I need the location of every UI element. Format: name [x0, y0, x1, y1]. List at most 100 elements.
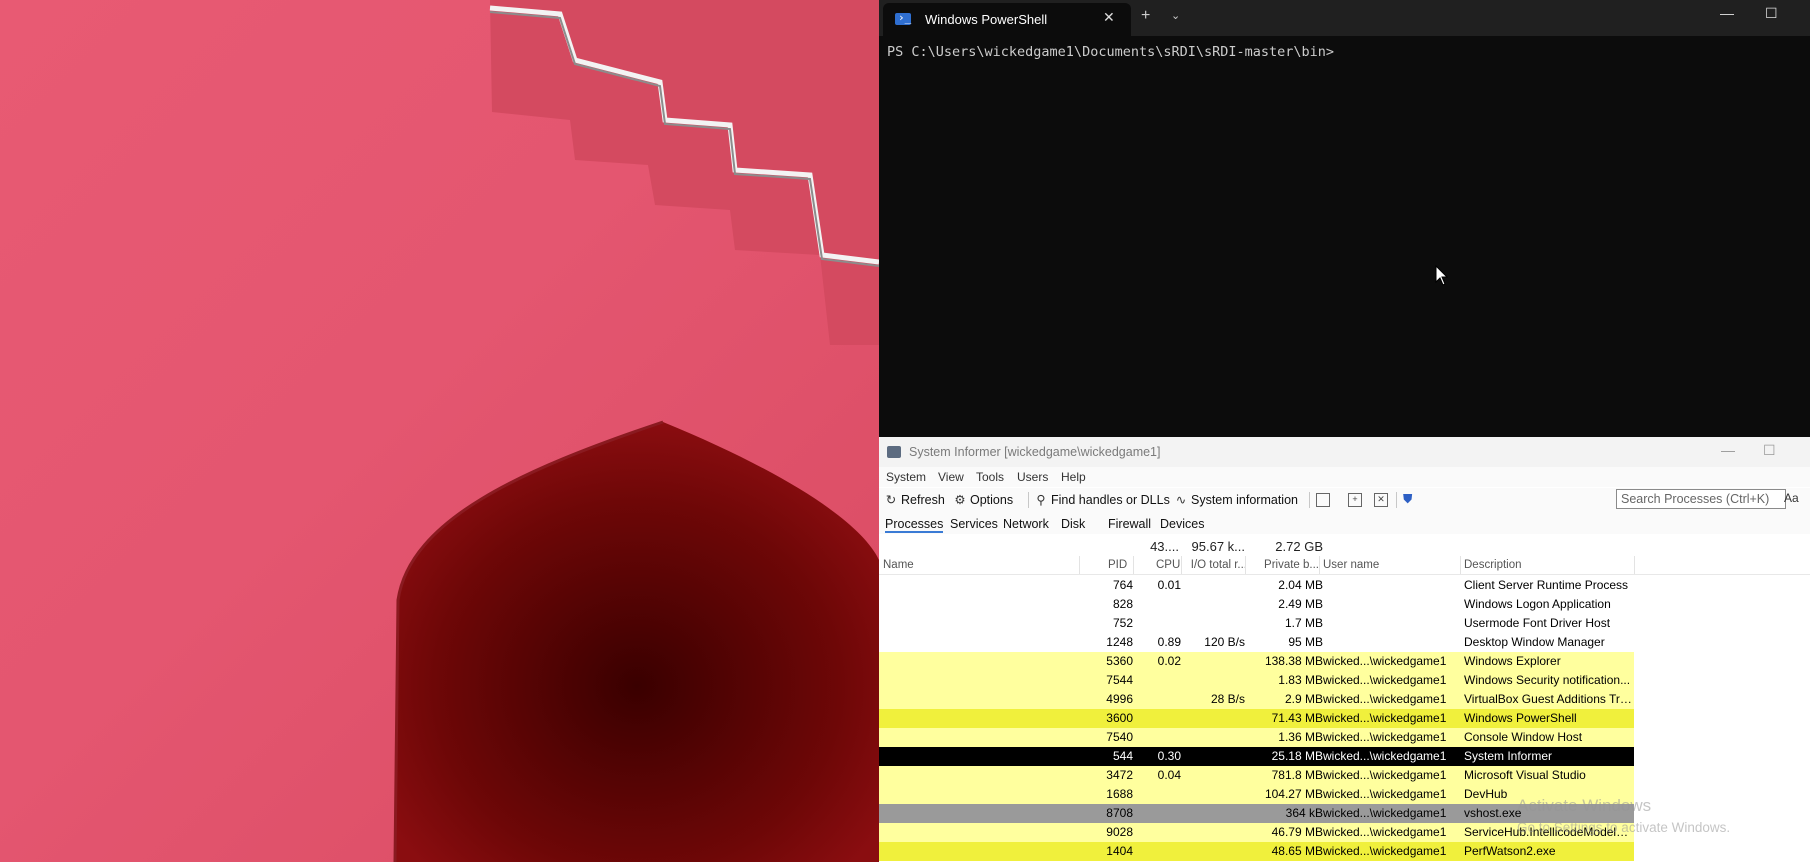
table-row[interactable]: SystemInformer.exe5440.3025.18 MBwicked.… — [879, 747, 1634, 766]
column-user-name[interactable]: User name — [1323, 559, 1379, 571]
description-cell: PerfWatson2.exe — [1464, 844, 1556, 858]
private-bytes-cell: 2.9 MB — [1284, 692, 1323, 706]
window-icon[interactable] — [1316, 493, 1330, 507]
tab-processes[interactable]: Processes — [885, 517, 944, 533]
user-name-cell: wicked...\wickedgame1 — [1323, 825, 1447, 839]
tab-windows-powershell[interactable]: ›_ Windows PowerShell ✕ — [883, 3, 1131, 36]
tab-network[interactable]: Network — [1003, 517, 1049, 531]
toolbar-divider — [1396, 492, 1397, 508]
private-bytes-cell: 138.38 MB — [1264, 654, 1323, 668]
tab-firewall[interactable]: Firewall — [1108, 517, 1151, 531]
refresh-button[interactable]: ↻ Refresh — [885, 492, 945, 507]
pid-cell: 752 — [1112, 616, 1133, 630]
menu-help[interactable]: Help — [1061, 470, 1086, 484]
table-row[interactable]: ⌄explorer.exe53600.02138.38 MBwicked...\… — [879, 652, 1634, 671]
column-pid[interactable]: PID — [1108, 559, 1127, 571]
io-cell: 120 B/s — [1204, 635, 1245, 649]
private-bytes-cell: 71.43 MB — [1271, 711, 1323, 725]
table-row[interactable]: ⌄powershell.exe360071.43 MBwicked...\wic… — [879, 709, 1634, 728]
system-informer-icon — [887, 446, 901, 458]
column-io[interactable]: I/O total r... — [1179, 559, 1247, 571]
find-handles-button[interactable]: ⚲ Find handles or DLLs — [1035, 492, 1169, 507]
options-button[interactable]: ⚙ Options — [954, 492, 1013, 507]
private-bytes-cell: 1.7 MB — [1284, 616, 1323, 630]
table-row[interactable]: VBoxTray.exe499628 B/s2.9 MBwicked...\wi… — [879, 690, 1634, 709]
close-window-icon[interactable]: ✕ — [1374, 493, 1388, 507]
menu-view[interactable]: View — [938, 470, 964, 484]
find-window-icon[interactable]: + — [1348, 493, 1362, 507]
description-cell: VirtualBox Guest Additions Tra... — [1464, 692, 1634, 706]
description-cell: System Informer — [1464, 749, 1553, 763]
refresh-icon: ↻ — [885, 493, 897, 507]
system-information-label: System information — [1191, 493, 1298, 507]
private-bytes-cell: 48.65 MB — [1271, 844, 1323, 858]
pid-cell: 3472 — [1106, 768, 1133, 782]
pid-cell: 5360 — [1106, 654, 1133, 668]
search-input[interactable]: Search Processes (Ctrl+K) — [1616, 489, 1786, 509]
table-row[interactable]: csrss.exe7640.012.04 MBClient Server Run… — [879, 576, 1634, 595]
table-row[interactable]: SecurityHealthSystray.exe75441.83 MBwick… — [879, 671, 1634, 690]
minimize-icon[interactable]: — — [1720, 5, 1734, 21]
column-divider — [1079, 556, 1080, 574]
io-cell: 28 B/s — [1210, 692, 1245, 706]
private-bytes-cell: 2.49 MB — [1278, 597, 1323, 611]
pid-cell: 7540 — [1106, 730, 1133, 744]
maximize-icon[interactable]: ☐ — [1765, 5, 1778, 22]
process-list: csrss.exe7640.012.04 MBClient Server Run… — [879, 576, 1810, 861]
private-bytes-cell: 1.83 MB — [1278, 673, 1323, 687]
maximize-icon[interactable]: ☐ — [1763, 442, 1776, 459]
tab-disk[interactable]: Disk — [1061, 517, 1085, 531]
user-name-cell: wicked...\wickedgame1 — [1323, 711, 1447, 725]
column-divider — [1319, 556, 1320, 574]
tab-dropdown-icon[interactable]: ⌄ — [1171, 9, 1180, 22]
system-information-button[interactable]: ∿ System information — [1175, 492, 1298, 507]
window-title: System Informer [wickedgame\wickedgame1] — [909, 445, 1161, 459]
wallpaper-art — [393, 0, 879, 862]
powershell-icon: ›_ — [895, 11, 911, 25]
tab-close-icon[interactable]: ✕ — [1103, 9, 1115, 26]
menu-users[interactable]: Users — [1017, 470, 1048, 484]
toolbar-divider — [1028, 492, 1029, 508]
shield-icon[interactable]: ⛊ — [1403, 492, 1412, 507]
table-row[interactable]: ⌄devenv.exe34720.04781.8 MBwicked...\wic… — [879, 766, 1634, 785]
minimize-icon[interactable]: — — [1721, 442, 1735, 458]
table-row[interactable]: dwm.exe12480.89120 B/s95 MBDesktop Windo… — [879, 633, 1634, 652]
description-cell: Usermode Font Driver Host — [1464, 616, 1611, 630]
cpu-total: 43.... — [1150, 539, 1179, 554]
column-divider — [1634, 556, 1635, 574]
table-row[interactable]: conhost.exe75401.36 MBwicked...\wickedga… — [879, 728, 1634, 747]
pid-cell: 3600 — [1106, 711, 1133, 725]
column-name[interactable]: Name — [883, 559, 914, 571]
pid-cell: 8708 — [1106, 806, 1133, 820]
user-name-cell: wicked...\wickedgame1 — [1323, 844, 1447, 858]
new-tab-button[interactable]: + — [1141, 7, 1150, 25]
private-bytes-cell: 781.8 MB — [1271, 768, 1323, 782]
tab-devices[interactable]: Devices — [1160, 517, 1204, 531]
tab-strip: Processes Services Network Disk Firewall… — [879, 512, 1810, 534]
user-name-cell: wicked...\wickedgame1 — [1323, 787, 1447, 801]
column-private-bytes[interactable]: Private b... — [1249, 559, 1319, 571]
powershell-titlebar[interactable]: ›_ Windows PowerShell ✕ + ⌄ — ☐ — [879, 0, 1810, 36]
private-bytes-total: 2.72 GB — [1275, 539, 1323, 554]
table-row[interactable]: fontdrvhost.exe7521.7 MBUsermode Font Dr… — [879, 614, 1634, 633]
cpu-cell: 0.01 — [1157, 578, 1181, 592]
column-description[interactable]: Description — [1464, 559, 1522, 571]
table-row[interactable]: PerfWatson2.exe 1404 48.65 MBwicked...\wic… — [879, 842, 1634, 861]
table-row[interactable]: ⌄winlogon.exe8282.49 MBWindows Logon App… — [879, 595, 1634, 614]
private-bytes-cell: 1.36 MB — [1278, 730, 1323, 744]
private-bytes-cell: 104.27 MB — [1264, 787, 1323, 801]
tab-services[interactable]: Services — [950, 517, 998, 531]
console-prompt[interactable]: PS C:\Users\wickedgame1\Documents\sRDI\s… — [887, 44, 1334, 60]
user-name-cell: wicked...\wickedgame1 — [1323, 673, 1447, 687]
system-informer-titlebar[interactable]: System Informer [wickedgame\wickedgame1]… — [879, 437, 1810, 467]
column-cpu[interactable]: CPU — [1156, 559, 1180, 571]
match-case-toggle[interactable]: Aa — [1784, 491, 1799, 505]
mouse-cursor-icon — [1435, 265, 1449, 286]
system-informer-window[interactable]: System Informer [wickedgame\wickedgame1]… — [879, 437, 1810, 862]
toolbar-divider — [1309, 492, 1310, 508]
menu-tools[interactable]: Tools — [976, 470, 1004, 484]
powershell-window[interactable]: ›_ Windows PowerShell ✕ + ⌄ — ☐ PS C:\Us… — [879, 0, 1810, 437]
cpu-cell: 0.30 — [1157, 749, 1181, 763]
cpu-cell: 0.89 — [1157, 635, 1181, 649]
menu-system[interactable]: System — [886, 470, 926, 484]
